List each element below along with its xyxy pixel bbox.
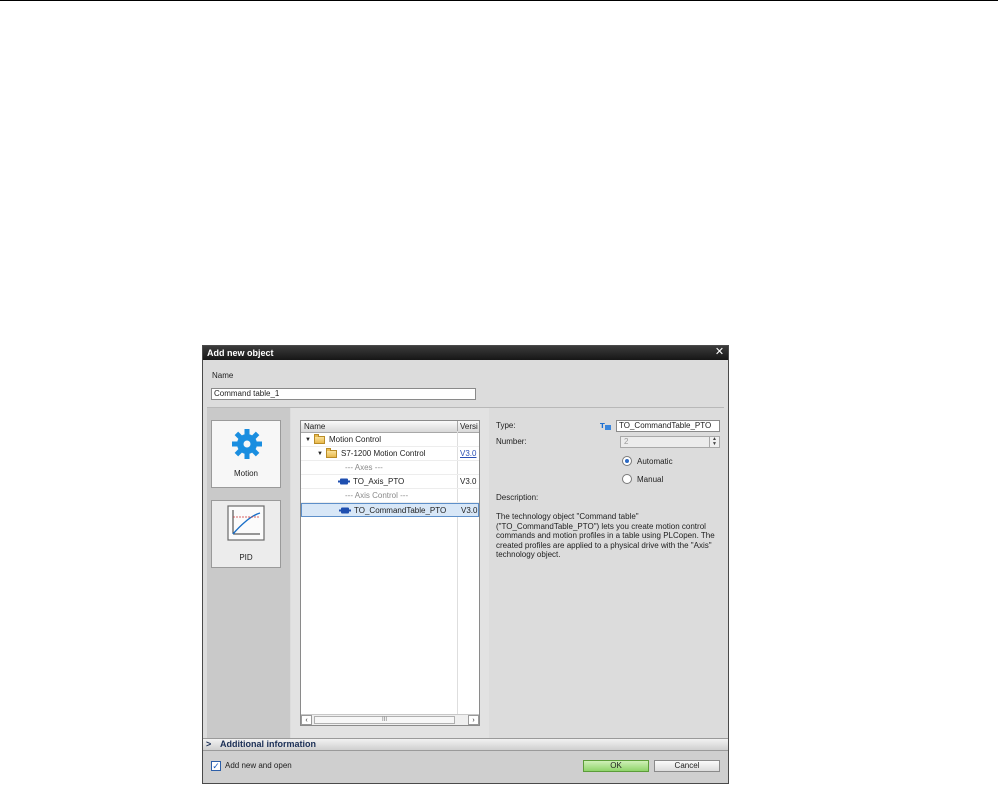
tree-row-to-commandtable-pto[interactable]: TO_CommandTable_PTO V3.0 <box>301 503 479 517</box>
radio-automatic[interactable] <box>622 456 632 466</box>
dialog-footer: ✓ Add new and open OK Cancel <box>203 751 728 783</box>
horizontal-scrollbar[interactable]: ‹ III › <box>301 714 479 725</box>
description-label: Description: <box>496 493 539 502</box>
type-object-icon: T <box>600 422 611 430</box>
technology-object-icon <box>339 507 351 514</box>
pid-chart-icon <box>227 505 265 541</box>
category-label: Motion <box>233 469 258 478</box>
tree-header: Name Versi <box>301 421 479 433</box>
tree-row-label: TO_CommandTable_PTO <box>354 506 447 515</box>
additional-information-bar[interactable]: > Additional information <box>203 738 728 751</box>
dialog-title-bar: Add new object ✕ <box>203 346 728 360</box>
number-label: Number: <box>496 437 527 446</box>
version-text: V3.0 <box>460 477 477 486</box>
radio-manual-label: Manual <box>637 475 664 484</box>
cancel-button[interactable]: Cancel <box>654 760 720 772</box>
close-icon[interactable]: ✕ <box>714 347 725 358</box>
tree-row-label: Motion Control <box>329 435 382 444</box>
main-area: Motion PID Name Versi ▼ Motion Control ▼… <box>207 407 724 738</box>
category-label: PID <box>239 553 253 562</box>
details-panel: Type: T TO_CommandTable_PTO Number: 2 ▲ ▼… <box>490 408 724 738</box>
page-top-rule <box>0 0 998 1</box>
name-label: Name <box>212 371 234 380</box>
tree-row-label: TO_Axis_PTO <box>353 477 405 486</box>
tree-group-label: --- Axis Control --- <box>345 491 409 500</box>
number-field[interactable]: 2 ▲ ▼ <box>620 436 720 448</box>
tree-row-axes-group: --- Axes --- <box>301 461 479 475</box>
object-tree: Name Versi ▼ Motion Control ▼ S7-1200 Mo… <box>300 420 480 726</box>
tree-row-to-axis-pto[interactable]: TO_Axis_PTO V3.0 <box>301 475 479 489</box>
spinner-icon[interactable]: ▲ ▼ <box>709 437 719 447</box>
add-new-and-open-label: Add new and open <box>225 761 292 770</box>
add-new-object-dialog: Add new object ✕ Name Command table_1 Mo… <box>202 345 729 784</box>
description-text: The technology object "Command table" ("… <box>496 512 715 559</box>
tree-group-label: --- Axes --- <box>345 463 383 472</box>
column-header-version[interactable]: Versi <box>457 421 478 431</box>
ok-button[interactable]: OK <box>583 760 649 772</box>
tree-row-s7-1200-motion-control[interactable]: ▼ S7-1200 Motion Control V3.0 <box>301 447 479 461</box>
additional-information-label: Additional information <box>220 739 316 749</box>
type-label: Type: <box>496 421 516 430</box>
gear-icon <box>232 429 262 459</box>
add-new-and-open-checkbox[interactable]: ✓ <box>211 761 221 771</box>
expand-arrow-icon[interactable]: ▼ <box>305 433 311 447</box>
svg-text:T: T <box>600 422 605 430</box>
category-panel: Motion PID <box>207 408 290 738</box>
chevron-right-icon[interactable]: > <box>206 739 214 750</box>
folder-icon <box>326 448 337 458</box>
tree-row-axis-control-group: --- Axis Control --- <box>301 489 479 503</box>
scroll-right-icon[interactable]: › <box>468 715 479 725</box>
technology-object-icon <box>338 478 350 485</box>
column-header-name[interactable]: Name <box>304 422 325 431</box>
version-text: V3.0 <box>461 506 478 515</box>
name-input[interactable]: Command table_1 <box>211 388 476 400</box>
type-field: TO_CommandTable_PTO <box>616 420 720 432</box>
scroll-thumb[interactable]: III <box>314 716 455 724</box>
category-motion-tile[interactable]: Motion <box>211 420 281 488</box>
radio-manual[interactable] <box>622 474 632 484</box>
radio-automatic-label: Automatic <box>637 457 673 466</box>
tree-row-motion-control[interactable]: ▼ Motion Control <box>301 433 479 447</box>
version-link[interactable]: V3.0 <box>460 447 476 461</box>
object-tree-panel: Name Versi ▼ Motion Control ▼ S7-1200 Mo… <box>291 408 489 738</box>
category-pid-tile[interactable]: PID <box>211 500 281 568</box>
number-value: 2 <box>624 437 629 446</box>
folder-icon <box>314 434 325 444</box>
expand-arrow-icon[interactable]: ▼ <box>317 447 323 461</box>
dialog-title: Add new object <box>207 348 274 358</box>
scroll-left-icon[interactable]: ‹ <box>301 715 312 725</box>
tree-row-label: S7-1200 Motion Control <box>341 449 426 458</box>
